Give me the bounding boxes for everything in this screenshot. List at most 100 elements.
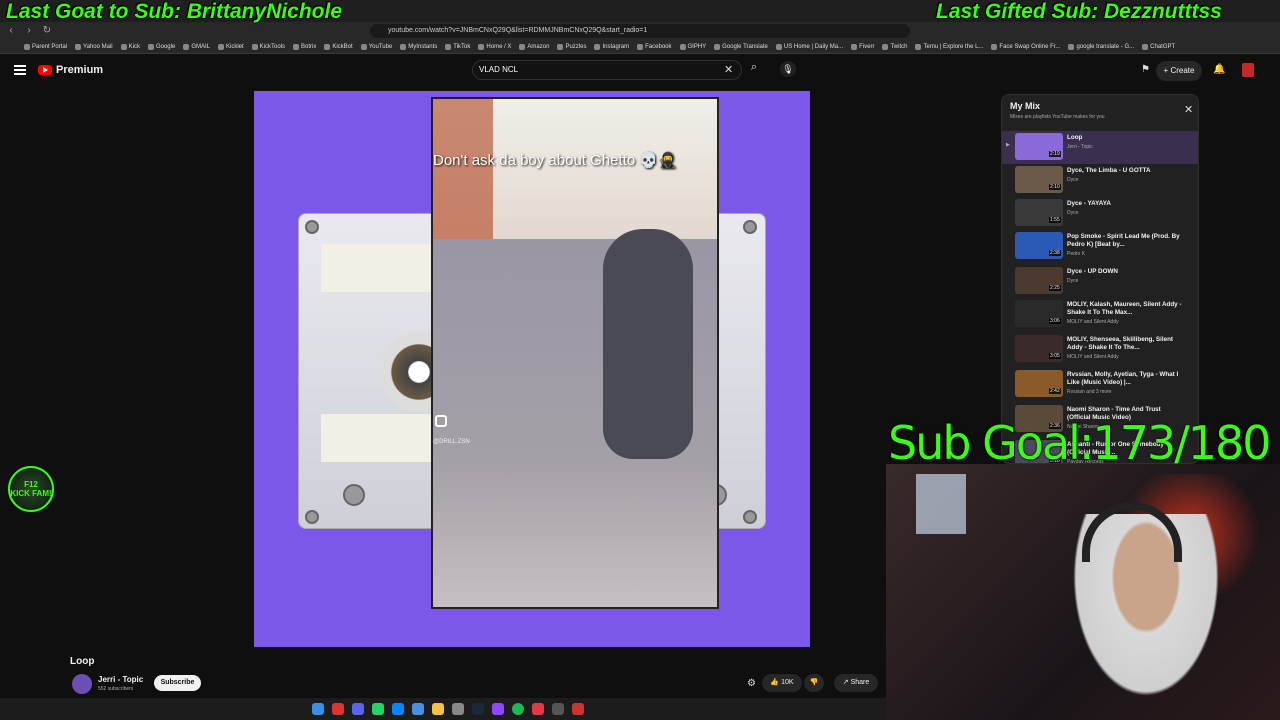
mix-item-title: Dyce - UP DOWN — [1067, 268, 1118, 275]
mix-item[interactable]: 2:42 Rvssian, Molly, Ayetian, Tyga - What… — [1002, 368, 1198, 403]
bookmark-item[interactable]: YouTube — [360, 43, 392, 50]
menu-icon[interactable] — [14, 65, 26, 75]
bookmark-favicon-icon — [1142, 43, 1149, 50]
mix-item[interactable]: 3:05 MOLIY, Shenseea, Skillibeng, Silent … — [1002, 333, 1198, 368]
youtube-logo[interactable]: Premium — [38, 64, 103, 76]
notifications-icon[interactable]: 🔔 — [1213, 64, 1225, 75]
mix-item-title: Pop Smoke - Spirit Lead Me (Prod. By Ped… — [1067, 233, 1180, 248]
bookmark-item[interactable]: Google — [147, 43, 175, 50]
bookmark-label: Amazon — [527, 43, 550, 50]
bookmark-item[interactable]: Instagram — [594, 43, 630, 50]
webcam-feed — [886, 464, 1280, 720]
bookmark-item[interactable]: KickTools — [251, 43, 285, 50]
spotify-icon[interactable] — [512, 703, 524, 715]
bookmark-label: Facebook — [645, 43, 672, 50]
bookmark-label: Parent Portal — [32, 43, 68, 50]
cassette-left — [298, 213, 459, 529]
discord-icon[interactable] — [352, 703, 364, 715]
bookmark-item[interactable]: Twitch — [882, 43, 907, 50]
bookmark-item[interactable]: Puzzles — [557, 43, 586, 50]
bookmark-item[interactable]: google translate - G... — [1068, 43, 1135, 50]
search-icon[interactable]: ⌕ — [744, 61, 764, 79]
subscribe-button[interactable]: Subscribe — [154, 675, 201, 691]
folder-icon[interactable] — [432, 703, 444, 715]
share-button[interactable]: ↗ Share — [834, 674, 878, 692]
bookmark-favicon-icon — [183, 43, 190, 50]
mix-list: ▶ 2:19 Loop Jerri - Topic 2:10 Dyce, The Limb… — [1002, 131, 1198, 463]
mix-item-title: Loop — [1067, 134, 1083, 141]
bookmark-item[interactable]: TikTok — [445, 43, 471, 50]
twitch-icon[interactable] — [492, 703, 504, 715]
bookmark-label: TikTok — [453, 43, 471, 50]
bookmark-label: Temu | Explore the L... — [923, 43, 984, 50]
like-button[interactable]: 👍 10K — [762, 674, 802, 692]
obs-icon[interactable] — [552, 703, 564, 715]
bookmark-item[interactable]: MyInstants — [400, 43, 437, 50]
forward-icon[interactable]: › — [22, 24, 36, 38]
channel-name[interactable]: Jerri - Topic — [98, 675, 143, 684]
search-input[interactable]: VLAD NCL — [472, 60, 742, 80]
app-icon[interactable] — [532, 703, 544, 715]
bookmark-favicon-icon — [217, 43, 224, 50]
bookmark-item[interactable]: Yahoo Mail — [75, 43, 113, 50]
url-field[interactable]: youtube.com/watch?v=JNBmCNxQ29Q&list=RDM… — [370, 24, 910, 38]
bookmark-label: Yahoo Mail — [83, 43, 113, 50]
bookmark-label: Fiverr — [859, 43, 875, 50]
app-icon-2[interactable] — [572, 703, 584, 715]
mix-item-title: MOLIY, Shenseea, Skillibeng, Silent Addy… — [1067, 336, 1174, 351]
browser-icon[interactable] — [332, 703, 344, 715]
video-watermark: @DRILL.ZSN — [433, 439, 470, 445]
cast-icon[interactable]: ⚑ — [1141, 64, 1150, 75]
create-button[interactable]: + Create — [1156, 61, 1202, 81]
bookmark-item[interactable]: Temu | Explore the L... — [915, 43, 984, 50]
bookmark-item[interactable]: GMAIL — [183, 43, 210, 50]
photos-icon[interactable] — [412, 703, 424, 715]
bookmark-item[interactable]: Botrix — [293, 43, 316, 50]
bookmark-item[interactable]: Kicklet — [217, 43, 244, 50]
calendar-icon[interactable] — [392, 703, 404, 715]
bookmark-item[interactable]: KickBot — [324, 43, 353, 50]
bookmark-favicon-icon — [147, 43, 154, 50]
bookmark-item[interactable]: Fiverr — [851, 43, 875, 50]
bookmark-item[interactable]: Face Swap Online Fr... — [991, 43, 1060, 50]
channel-avatar[interactable] — [72, 674, 92, 694]
account-avatar[interactable] — [1242, 63, 1254, 77]
bookmark-favicon-icon — [24, 43, 30, 50]
mic-icon[interactable]: 🎙 — [780, 61, 796, 77]
bookmark-item[interactable]: Parent Portal — [24, 43, 68, 50]
mix-item-title: Dyce, The Limba - U GOTTA — [1067, 167, 1151, 174]
bookmark-favicon-icon — [120, 43, 127, 50]
bookmark-favicon-icon — [637, 43, 644, 50]
dislike-button[interactable]: 👎 — [804, 674, 824, 692]
mix-item[interactable]: 3:06 MOLIY, Kalash, Maureen, Silent Addy … — [1002, 298, 1198, 333]
mix-item[interactable]: 1:55 Dyce - YAYAYA Dyce — [1002, 197, 1198, 230]
mix-item[interactable]: 2:25 Dyce - UP DOWN Dyce — [1002, 265, 1198, 298]
bookmark-item[interactable]: Amazon — [519, 43, 550, 50]
whatsapp-icon[interactable] — [372, 703, 384, 715]
steam-icon[interactable] — [472, 703, 484, 715]
mix-item[interactable]: 2:38 Pop Smoke - Spirit Lead Me (Prod. By… — [1002, 230, 1198, 265]
bookmark-item[interactable]: Home / X — [478, 43, 511, 50]
mix-item[interactable]: 2:10 Dyce, The Limba - U GOTTA Dyce — [1002, 164, 1198, 197]
start-icon[interactable] — [312, 703, 324, 715]
bookmark-favicon-icon — [519, 43, 526, 50]
bookmark-item[interactable]: Kick — [120, 43, 140, 50]
settings-gear-icon[interactable]: ⚙ — [747, 678, 756, 689]
mix-item-artist: Dyce — [1067, 278, 1079, 284]
badge-line-1: F12 — [24, 480, 38, 489]
bookmark-item[interactable]: ChatGPT — [1142, 43, 1175, 50]
bookmark-item[interactable]: Google Translate — [714, 43, 768, 50]
mix-item[interactable]: ▶ 2:19 Loop Jerri - Topic — [1002, 131, 1198, 164]
bookmark-favicon-icon — [445, 43, 452, 50]
bookmark-item[interactable]: Facebook — [637, 43, 672, 50]
close-icon[interactable]: ✕ — [1184, 103, 1193, 116]
back-icon[interactable]: ‹ — [4, 24, 18, 38]
bookmark-item[interactable]: GIPHY — [679, 43, 706, 50]
reload-icon[interactable]: ↻ — [40, 24, 54, 38]
bookmark-label: Instagram — [602, 43, 630, 50]
bookmark-label: google translate - G... — [1076, 43, 1135, 50]
settings-icon[interactable] — [452, 703, 464, 715]
bookmark-item[interactable]: US Home | Daily Ma... — [775, 43, 843, 50]
clear-search-icon[interactable]: ✕ — [724, 63, 733, 76]
video-player[interactable]: Don't ask da boy about Ghetto 💀🥷 @DRILL.… — [254, 91, 810, 647]
